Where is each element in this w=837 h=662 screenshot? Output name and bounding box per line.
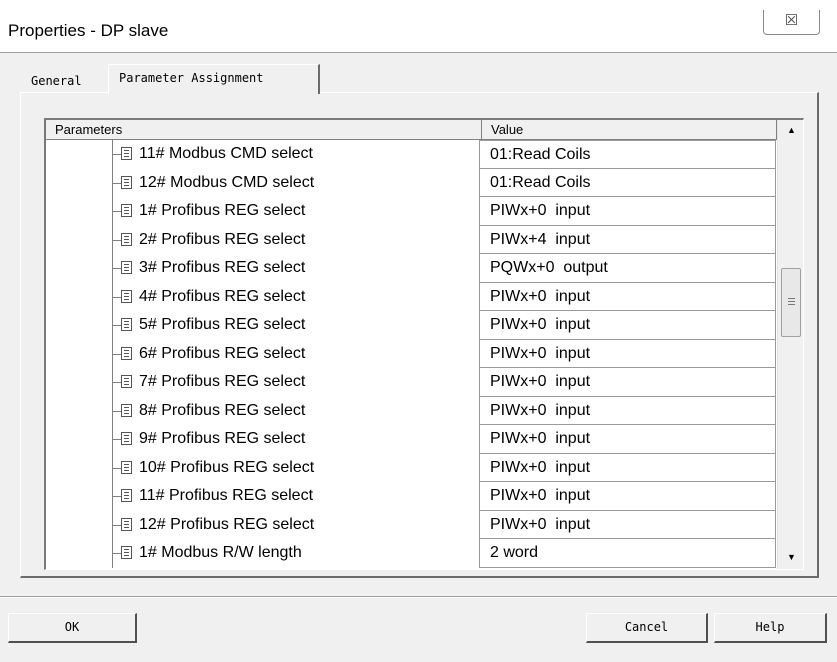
parameter-icon	[121, 261, 132, 274]
title-bar: Properties - DP slave ☒	[0, 0, 837, 52]
parameter-icon	[121, 489, 132, 502]
parameter-value[interactable]: PIWx+0 input	[479, 453, 776, 482]
ok-button[interactable]: OK	[8, 613, 137, 643]
parameter-grid: Parameters Value 11# Modbus CMD select 01…	[44, 118, 804, 570]
parameter-name: 11# Profibus REG select	[139, 487, 314, 504]
parameter-name: 8# Profibus REG select	[139, 401, 306, 419]
cancel-button[interactable]: Cancel	[586, 613, 708, 643]
table-row[interactable]: 8# Profibus REG select PIWx+0 input	[46, 396, 777, 425]
scroll-down-icon[interactable]: ▼	[787, 552, 796, 562]
parameter-name: 7# Profibus REG select	[139, 373, 306, 390]
parameter-name: 6# Profibus REG select	[139, 344, 306, 362]
parameter-rows: 11# Modbus CMD select 01:Read Coils 12# Mo…	[46, 140, 777, 568]
parameter-icon	[121, 546, 132, 559]
parameter-icon	[121, 403, 132, 417]
table-row[interactable]: 6# Profibus REG select PIWx+0 input	[46, 339, 777, 368]
title-divider	[0, 52, 837, 53]
table-row[interactable]: 11# Modbus CMD select 01:Read Coils	[46, 140, 777, 169]
parameter-value[interactable]: PIWx+0 input	[479, 311, 776, 340]
close-button[interactable]: ☒	[763, 10, 820, 35]
parameter-value[interactable]: PIWx+0 input	[479, 482, 776, 511]
parameter-icon	[121, 289, 132, 303]
parameter-value[interactable]: 2 word	[479, 539, 776, 568]
parameter-icon	[121, 318, 132, 331]
scroll-thumb[interactable]	[781, 268, 801, 337]
parameter-icon	[121, 432, 132, 445]
parameter-icon	[121, 204, 132, 217]
scroll-up-icon[interactable]: ▲	[787, 125, 796, 135]
table-row[interactable]: 4# Profibus REG select PIWx+0 input	[46, 282, 777, 311]
parameter-icon	[121, 460, 132, 474]
table-row[interactable]: 3# Profibus REG select PQWx+0 output	[46, 254, 777, 283]
table-row[interactable]: 11# Profibus REG select PIWx+0 input	[46, 482, 777, 511]
parameter-name: 1# Modbus R/W length	[139, 544, 302, 561]
parameter-icon	[121, 147, 132, 160]
vertical-scrollbar[interactable]: ▲ ▼	[777, 120, 803, 569]
table-row[interactable]: 1# Modbus R/W length 2 word	[46, 539, 777, 568]
table-row[interactable]: 2# Profibus REG select PIWx+4 input	[46, 225, 777, 254]
parameter-icon	[121, 232, 132, 246]
table-row[interactable]: 12# Modbus CMD select 01:Read Coils	[46, 168, 777, 197]
parameter-value[interactable]: PQWx+0 output	[479, 254, 776, 283]
table-row[interactable]: 10# Profibus REG select PIWx+0 input	[46, 453, 777, 482]
parameter-value[interactable]: PIWx+0 input	[479, 510, 776, 539]
parameter-value[interactable]: PIWx+0 input	[479, 396, 776, 425]
column-header-value[interactable]: Value	[482, 120, 777, 140]
table-row[interactable]: 12# Profibus REG select PIWx+0 input	[46, 510, 777, 539]
parameter-name: 9# Profibus REG select	[139, 430, 306, 447]
parameter-name: 4# Profibus REG select	[139, 287, 306, 305]
table-row[interactable]: 1# Profibus REG select PIWx+0 input	[46, 197, 777, 226]
table-row[interactable]: 5# Profibus REG select PIWx+0 input	[46, 311, 777, 340]
close-icon: ☒	[784, 12, 799, 29]
parameter-value[interactable]: 01:Read Coils	[479, 140, 776, 169]
table-row[interactable]: 9# Profibus REG select PIWx+0 input	[46, 425, 777, 454]
parameter-value[interactable]: PIWx+4 input	[479, 225, 776, 254]
table-row[interactable]: 7# Profibus REG select PIWx+0 input	[46, 368, 777, 397]
parameter-icon	[121, 375, 132, 388]
tab-parameter-assignment[interactable]: Parameter Assignment	[108, 64, 320, 94]
parameter-value[interactable]: 01:Read Coils	[479, 168, 776, 197]
parameter-name: 3# Profibus REG select	[139, 259, 306, 276]
help-button[interactable]: Help	[714, 613, 827, 643]
tab-general[interactable]: General	[31, 74, 82, 88]
parameter-icon	[121, 517, 132, 531]
parameter-icon	[121, 175, 132, 189]
parameter-name: 10# Profibus REG select	[139, 458, 315, 476]
column-header-parameters[interactable]: Parameters	[46, 120, 482, 140]
parameter-name: 5# Profibus REG select	[139, 316, 306, 333]
parameter-name: 12# Modbus CMD select	[139, 173, 315, 191]
window-title: Properties - DP slave	[8, 21, 169, 40]
parameter-name: 12# Profibus REG select	[139, 515, 315, 533]
parameter-value[interactable]: PIWx+0 input	[479, 282, 776, 311]
parameter-name: 2# Profibus REG select	[139, 230, 306, 248]
parameter-value[interactable]: PIWx+0 input	[479, 425, 776, 454]
parameter-icon	[121, 346, 132, 360]
parameter-value[interactable]: PIWx+0 input	[479, 368, 776, 397]
parameter-name: 1# Profibus REG select	[139, 202, 306, 219]
parameter-name: 11# Modbus CMD select	[139, 145, 313, 162]
parameter-value[interactable]: PIWx+0 input	[479, 197, 776, 226]
parameter-value[interactable]: PIWx+0 input	[479, 339, 776, 368]
